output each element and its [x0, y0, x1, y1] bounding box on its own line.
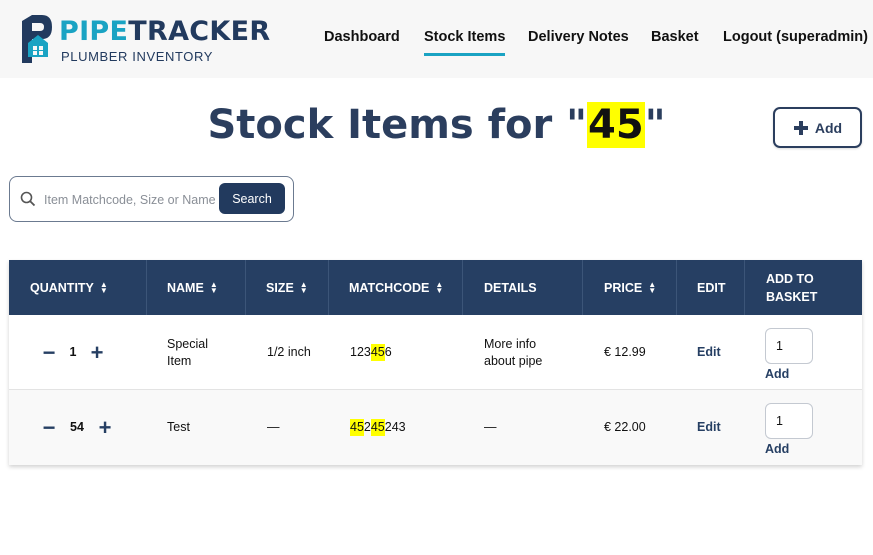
table-header: QUANTITY ▲ ▼ NAME ▲ ▼ SIZE ▲ ▼ MATCHCODE ▲ ▼ DET…	[9, 260, 862, 315]
basket-quantity-input[interactable]: 1	[765, 403, 813, 439]
th-add-to-basket-line1: ADD TO	[766, 271, 814, 286]
item-size: 1/2 inch	[267, 345, 311, 359]
plus-icon[interactable]: +	[89, 341, 105, 363]
nav-delivery-notes[interactable]: Delivery Notes	[528, 29, 629, 49]
item-details: —	[484, 420, 497, 434]
table-row: − 54 + Test — 45 2 45 243 — € 22.00 Edit 1 …	[9, 390, 862, 465]
sort-icon: ▲ ▼	[99, 279, 108, 295]
stock-items-table: QUANTITY ▲ ▼ NAME ▲ ▼ SIZE ▲ ▼ MATCHCODE ▲ ▼ DET…	[9, 260, 862, 465]
quantity-value: 54	[70, 420, 84, 434]
item-matchcode: 45 2 45 243	[350, 390, 406, 465]
minus-icon[interactable]: −	[41, 416, 57, 438]
brand-name-part2: TRACKER	[128, 16, 271, 47]
logo[interactable]: PIPETRACKER PLUMBER INVENTORY	[18, 13, 270, 67]
edit-link[interactable]: Edit	[697, 419, 721, 436]
quantity-stepper: − 54 +	[41, 390, 121, 465]
th-details: DETAILS	[463, 260, 583, 315]
search-button[interactable]: Search	[219, 183, 285, 214]
search-icon	[20, 191, 36, 207]
th-edit-label: EDIT	[697, 280, 726, 295]
th-edit: EDIT	[677, 260, 745, 315]
matchcode-part: 243	[384, 420, 406, 434]
nav-basket[interactable]: Basket	[651, 29, 699, 49]
nav-dashboard[interactable]: Dashboard	[324, 29, 400, 49]
item-price: € 22.00	[604, 420, 646, 434]
page-title: Stock Items for "45"	[0, 102, 873, 148]
sort-icon: ▲ ▼	[209, 279, 218, 295]
table-row: − 1 + Special Item 1/2 inch 123 45 6 More i…	[9, 315, 862, 390]
th-details-label: DETAILS	[484, 280, 537, 295]
quantity-value: 1	[69, 345, 77, 359]
top-header: PIPETRACKER PLUMBER INVENTORY Dashboard …	[0, 0, 873, 78]
matchcode-part: 123	[350, 345, 371, 359]
item-name: Test	[167, 420, 190, 434]
matchcode-part: 2	[363, 420, 371, 434]
matchcode-highlight: 45	[350, 419, 364, 436]
item-name-line1: Special	[167, 336, 208, 351]
sort-icon: ▲ ▼	[435, 279, 444, 295]
th-quantity-label: QUANTITY	[30, 280, 94, 295]
page-title-suffix: "	[644, 102, 666, 148]
plus-icon	[793, 120, 808, 135]
brand-tagline: PLUMBER INVENTORY	[61, 49, 214, 64]
sort-icon: ▲ ▼	[648, 279, 657, 295]
nav-logout[interactable]: Logout (superadmin)	[723, 29, 868, 49]
th-name-label: NAME	[167, 280, 204, 295]
th-quantity[interactable]: QUANTITY ▲ ▼	[9, 260, 147, 315]
item-matchcode: 123 45 6	[350, 315, 392, 390]
plus-icon[interactable]: +	[97, 416, 113, 438]
add-to-basket-button[interactable]: Add	[765, 441, 789, 458]
item-size: —	[267, 420, 280, 434]
sort-icon: ▲ ▼	[299, 279, 308, 295]
brand-name: PIPETRACKER	[59, 16, 270, 48]
matchcode-part: 6	[384, 345, 392, 359]
item-details: More info about pipe	[484, 315, 542, 390]
add-to-basket-button[interactable]: Add	[765, 366, 789, 383]
th-size[interactable]: SIZE ▲ ▼	[246, 260, 329, 315]
logo-house-icon	[22, 15, 52, 63]
th-price[interactable]: PRICE ▲ ▼	[583, 260, 677, 315]
item-price: € 12.99	[604, 345, 646, 359]
th-name[interactable]: NAME ▲ ▼	[147, 260, 246, 315]
item-name-line2: Item	[167, 353, 192, 368]
add-to-basket-cell: 1 Add	[765, 315, 813, 390]
basket-quantity-input[interactable]: 1	[765, 328, 813, 364]
th-matchcode-label: MATCHCODE	[349, 280, 430, 295]
brand-name-part1: PIPE	[59, 16, 129, 47]
page-title-query: 45	[587, 102, 645, 148]
item-details-line2: about pipe	[484, 353, 543, 368]
search-bar: Search	[9, 176, 294, 222]
th-price-label: PRICE	[604, 280, 643, 295]
th-matchcode[interactable]: MATCHCODE ▲ ▼	[329, 260, 463, 315]
matchcode-highlight: 45	[370, 419, 385, 436]
page-title-prefix: Stock Items for "	[207, 102, 588, 148]
minus-icon[interactable]: −	[41, 341, 57, 363]
add-item-label: Add	[814, 119, 843, 136]
nav-stock-items[interactable]: Stock Items	[424, 29, 506, 56]
edit-cell: Edit	[697, 315, 721, 390]
add-item-button[interactable]: Add	[773, 107, 862, 148]
search-input[interactable]	[44, 190, 218, 210]
edit-link[interactable]: Edit	[697, 344, 721, 361]
item-name: Special Item	[167, 315, 208, 390]
add-to-basket-cell: 1 Add	[765, 390, 813, 465]
th-add-to-basket: ADD TO BASKET	[745, 260, 862, 315]
th-add-to-basket-line2: BASKET	[766, 289, 818, 304]
edit-cell: Edit	[697, 390, 721, 465]
item-details-line1: More info	[484, 336, 537, 351]
th-size-label: SIZE	[266, 280, 294, 295]
matchcode-highlight: 45	[370, 344, 385, 361]
quantity-stepper: − 1 +	[41, 315, 111, 390]
